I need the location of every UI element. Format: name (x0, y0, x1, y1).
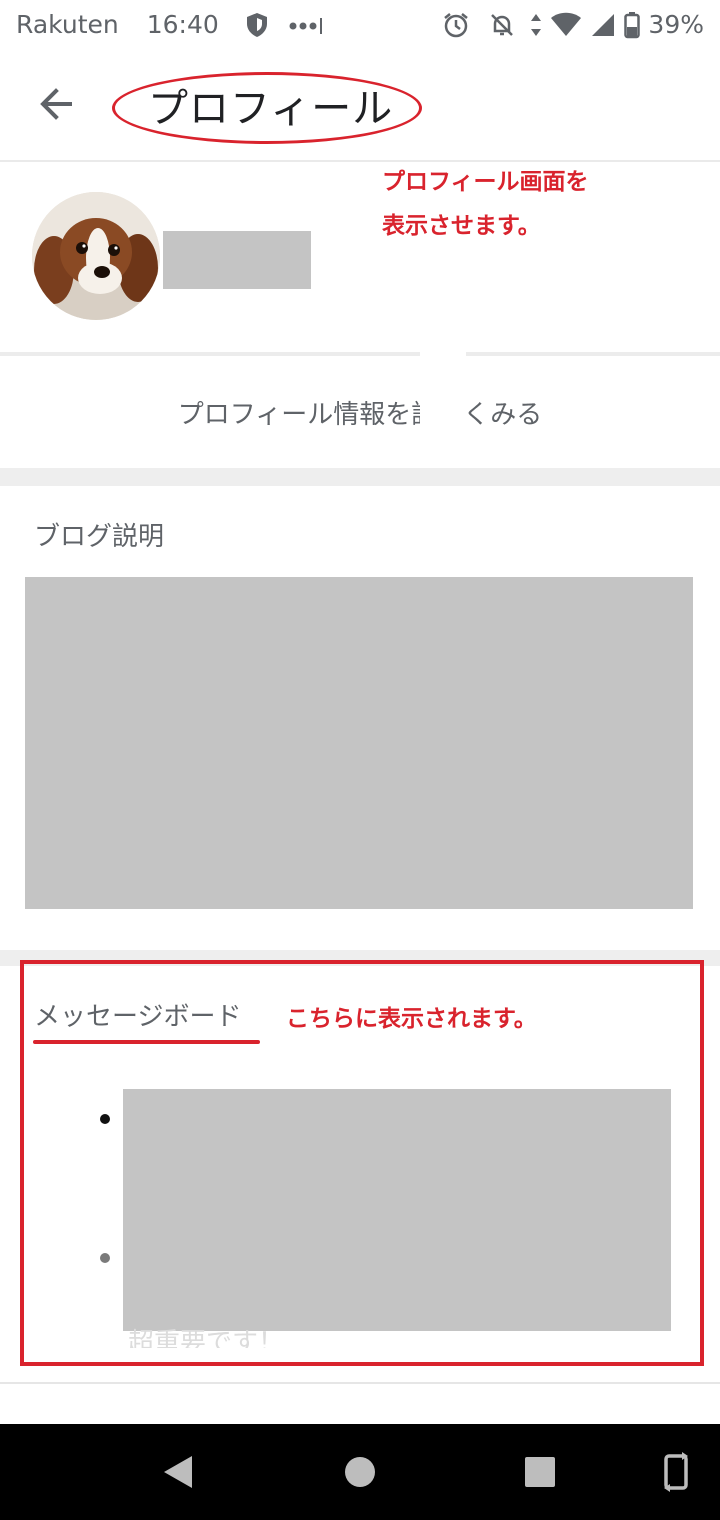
home-circle-icon (345, 1457, 375, 1487)
annotation-profile: プロフィール画面を 表示させます。 (382, 160, 702, 248)
more-dots-icon (289, 17, 322, 34)
nav-rotate-button[interactable] (652, 1448, 700, 1496)
blog-description-heading: ブログ説明 (34, 522, 165, 552)
notifications-off-icon (491, 13, 514, 36)
back-button[interactable] (32, 80, 80, 128)
profile-details-link[interactable]: プロフィール情報を詳しくみる (0, 356, 720, 468)
clock: 16:40 (146, 10, 219, 39)
profile-details-label: プロフィール情報を詳しくみる (177, 399, 543, 430)
message-list-redacted (123, 1089, 671, 1331)
signal-icon (592, 13, 615, 36)
back-triangle-icon (164, 1456, 192, 1488)
wifi-icon (551, 12, 582, 36)
list-bullet (100, 1253, 110, 1263)
avatar[interactable] (32, 192, 160, 320)
carrier-label: Rakuten (16, 10, 119, 39)
annotation-message-board-text: こちらに表示されます。 (286, 1006, 537, 1032)
screen: Rakuten 16:40 39% プロフィール プロフィール画面を 表示させま… (0, 0, 720, 1520)
battery-icon (624, 11, 641, 38)
data-arrows-icon (531, 13, 542, 36)
blog-description-redacted (25, 577, 693, 909)
link-text-mask (420, 352, 466, 470)
list-bullet (100, 1114, 110, 1124)
alarm-icon (444, 12, 469, 37)
divider (0, 1382, 720, 1384)
tab-message-board[interactable]: メッセージボード (34, 996, 241, 1033)
arrow-back-icon (40, 88, 72, 120)
battery-percent: 39% (648, 10, 704, 39)
section-divider (0, 468, 720, 486)
status-bar: Rakuten 16:40 39% (0, 0, 720, 52)
system-nav-bar (0, 1424, 720, 1520)
recents-square-icon (525, 1457, 555, 1487)
rotate-icon (664, 1452, 688, 1492)
annotation-profile-text: プロフィール画面を 表示させます。 (382, 169, 589, 239)
tab-underline (33, 1040, 260, 1044)
dog-photo (32, 192, 160, 320)
nav-recents-button[interactable] (516, 1448, 564, 1496)
shield-icon (246, 12, 267, 37)
nav-home-button[interactable] (336, 1448, 384, 1496)
title-highlight-ellipse (112, 72, 422, 144)
annotation-message-board: こちらに表示されます。 (286, 999, 537, 1033)
username-redacted (163, 231, 311, 289)
nav-back-button[interactable] (154, 1448, 202, 1496)
message-text-peek: 超重要です！ (128, 1328, 285, 1348)
